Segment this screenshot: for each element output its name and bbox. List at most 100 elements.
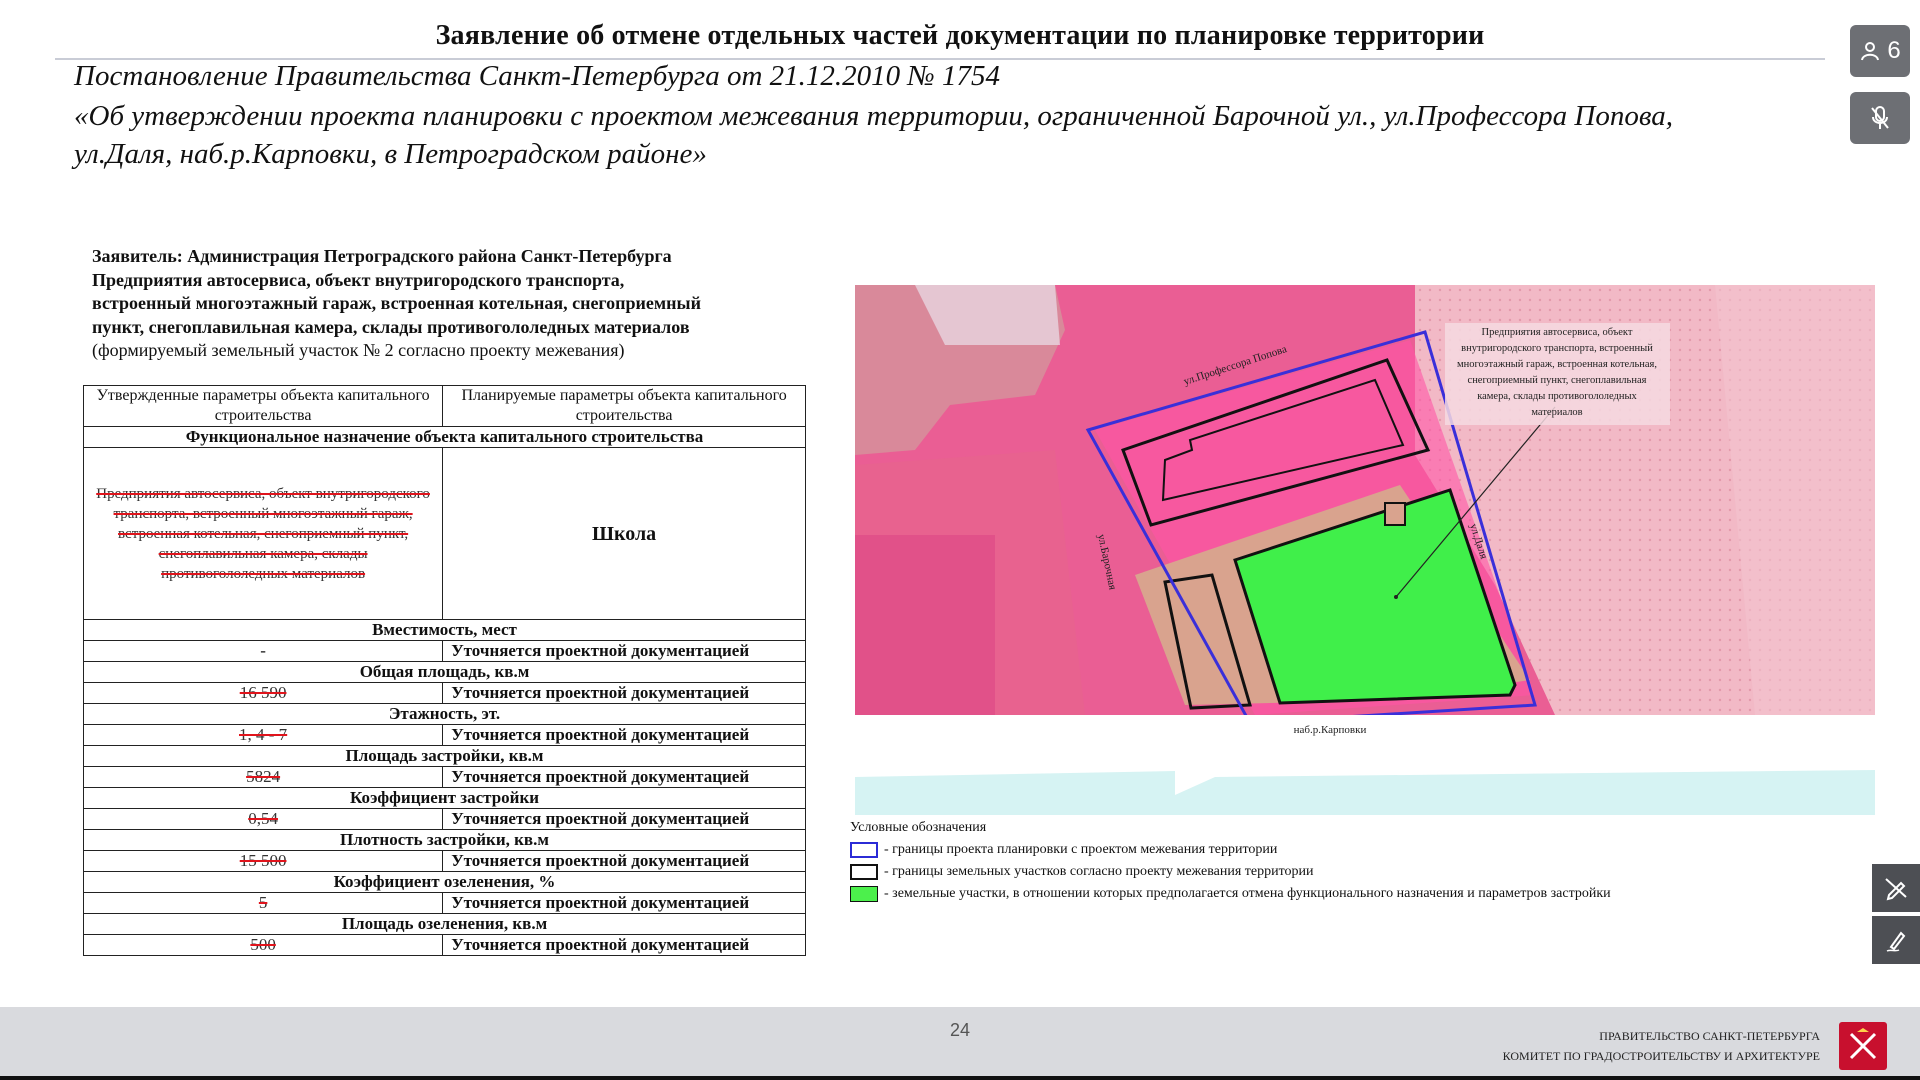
table-row: 15 500 Уточняется проектной документацией bbox=[82, 850, 806, 872]
old-value: 0,54 bbox=[248, 809, 278, 828]
applicant-line: (формируемый земельный участок № 2 согла… bbox=[92, 340, 625, 360]
new-value-cell: Уточняется проектной документацией bbox=[442, 640, 806, 662]
applicant-block: Заявитель: Администрация Петроградского … bbox=[92, 245, 812, 363]
footer-org: ПРАВИТЕЛЬСТВО САНКТ-ПЕТЕРБУРГА КОМИТЕТ П… bbox=[1503, 1026, 1820, 1066]
table-row: Общая площадь, кв.м bbox=[83, 661, 806, 683]
pen-off-button[interactable] bbox=[1872, 864, 1920, 912]
section-header: Площадь застройки, кв.м bbox=[83, 745, 806, 767]
callout-text: снегоприемный пункт, снегоплавильная bbox=[1468, 375, 1647, 386]
callout-text: материалов bbox=[1531, 407, 1582, 418]
new-value-cell: Уточняется проектной документацией bbox=[442, 934, 806, 956]
old-value: 15 500 bbox=[239, 851, 287, 870]
old-value-cell: 5824 bbox=[82, 766, 444, 788]
callout-text: Предприятия автосервиса, объект bbox=[1482, 327, 1633, 338]
parameters-table: Утвержденные параметры объекта капитальн… bbox=[82, 385, 806, 956]
callout-text: многоэтажный гараж, встроенная котельная… bbox=[1457, 359, 1657, 370]
section-header: Этажность, эт. bbox=[83, 703, 806, 725]
table-row: - Уточняется проектной документацией bbox=[82, 640, 806, 662]
subtitle-line-3: ул.Даля, наб.р.Карповки, в Петроградском… bbox=[74, 138, 707, 170]
legend-label: - границы земельных участков согласно пр… bbox=[884, 864, 1314, 879]
table-row: 5 Уточняется проектной документацией bbox=[82, 892, 806, 914]
section-header: Площадь озеленения, кв.м bbox=[83, 913, 806, 935]
table-row: 0,54 Уточняется проектной документацией bbox=[82, 808, 806, 830]
applicant-line: пункт, снегоплавильная камера, склады пр… bbox=[92, 316, 690, 337]
old-use-cell: Предприятия автосервиса, объект внутриго… bbox=[82, 447, 444, 620]
new-value-cell: Уточняется проектной документацией bbox=[442, 766, 806, 788]
legend-item: - земельные участки, в отношении которых… bbox=[850, 886, 1611, 902]
old-value: 16 590 bbox=[239, 683, 287, 702]
draw-icon bbox=[1886, 931, 1906, 952]
river bbox=[855, 770, 1875, 815]
spb-emblem-icon bbox=[1839, 1022, 1887, 1070]
legend-label: - земельные участки, в отношении которых… bbox=[884, 886, 1611, 901]
bottom-bar bbox=[0, 1076, 1920, 1080]
table-row: Этажность, эт. bbox=[83, 703, 806, 725]
table-row: Площадь озеленения, кв.м bbox=[83, 913, 806, 935]
legend-swatch-cancel bbox=[850, 886, 878, 902]
old-value: 1, 4 - 7 bbox=[239, 725, 288, 744]
section-header: Общая площадь, кв.м bbox=[83, 661, 806, 683]
legend-swatch-boundary bbox=[850, 842, 878, 858]
subtitle-line-2: «Об утверждении проекта планировки с про… bbox=[74, 100, 1673, 132]
old-value: - bbox=[260, 641, 266, 660]
section-header: Коэффициент застройки bbox=[83, 787, 806, 809]
old-value-cell: 16 590 bbox=[82, 682, 444, 704]
table-row: Предприятия автосервиса, объект внутриго… bbox=[82, 447, 806, 620]
old-value-cell: 0,54 bbox=[82, 808, 444, 830]
draw-button[interactable] bbox=[1872, 916, 1920, 964]
legend-label: - границы проекта планировки с проектом … bbox=[884, 842, 1278, 857]
embankment-label: наб.р.Карповки bbox=[1294, 724, 1367, 736]
legend-item: - границы проекта планировки с проектом … bbox=[850, 842, 1611, 858]
pen-off-icon bbox=[1885, 878, 1907, 901]
participants-count: 6 bbox=[1887, 37, 1901, 64]
new-value-cell: Уточняется проектной документацией bbox=[442, 850, 806, 872]
section-header: Коэффициент озеленения, % bbox=[83, 871, 806, 893]
legend-swatch-parcel bbox=[850, 864, 878, 880]
callout-text: внутригородского транспорта, встроенный bbox=[1461, 343, 1653, 354]
table-row: 16 590 Уточняется проектной документацией bbox=[82, 682, 806, 704]
column-header: Планируемые параметры объекта капитально… bbox=[442, 385, 806, 427]
participants-button[interactable]: 6 bbox=[1850, 25, 1910, 77]
map-zone bbox=[855, 535, 995, 715]
new-value-cell: Уточняется проектной документацией bbox=[442, 682, 806, 704]
mic-off-icon bbox=[1871, 106, 1889, 129]
section-header: Плотность застройки, кв.м bbox=[83, 829, 806, 851]
table-row: Коэффициент застройки bbox=[83, 787, 806, 809]
site-map: Предприятия автосервиса, объект внутриго… bbox=[855, 285, 1875, 815]
section-header: Функциональное назначение объекта капита… bbox=[83, 426, 806, 448]
old-value-cell: 1, 4 - 7 bbox=[82, 724, 444, 746]
table-header-row: Утвержденные параметры объекта капитальн… bbox=[82, 385, 806, 427]
applicant-line: Предприятия автосервиса, объект внутриго… bbox=[92, 269, 625, 290]
map-legend: Условные обозначения - границы проекта п… bbox=[850, 820, 1611, 908]
org-line: КОМИТЕТ ПО ГРАДОСТРОИТЕЛЬСТВУ И АРХИТЕКТ… bbox=[1502, 1049, 1820, 1063]
old-value-cell: 5 bbox=[82, 892, 444, 914]
callout-dot bbox=[1394, 595, 1398, 599]
table-row: 500 Уточняется проектной документацией bbox=[82, 934, 806, 956]
old-value: 5 bbox=[258, 893, 268, 912]
slide-title: Заявление об отмене отдельных частей док… bbox=[435, 20, 1485, 51]
table-row: Площадь застройки, кв.м bbox=[83, 745, 806, 767]
mic-button[interactable] bbox=[1850, 92, 1910, 144]
old-value: 5824 bbox=[246, 767, 281, 786]
table-row: 5824 Уточняется проектной документацией bbox=[82, 766, 806, 788]
table-row: Функциональное назначение объекта капита… bbox=[83, 426, 806, 448]
old-value-cell: 15 500 bbox=[82, 850, 444, 872]
person-icon bbox=[1861, 42, 1880, 61]
subtitle-line-1: Постановление Правительства Санкт-Петерб… bbox=[74, 60, 1001, 92]
new-value-cell: Уточняется проектной документацией bbox=[442, 724, 806, 746]
old-value: 500 bbox=[250, 935, 276, 954]
new-value-cell: Уточняется проектной документацией bbox=[442, 892, 806, 914]
old-value-cell: - bbox=[82, 640, 444, 662]
old-value-cell: 500 bbox=[82, 934, 444, 956]
table-row: Вместимость, мест bbox=[83, 619, 806, 641]
column-header: Утвержденные параметры объекта капитальн… bbox=[82, 385, 444, 427]
section-header: Вместимость, мест bbox=[83, 619, 806, 641]
building-outline bbox=[1384, 502, 1406, 526]
new-value-cell: Уточняется проектной документацией bbox=[442, 808, 806, 830]
applicant-line: Заявитель: Администрация Петроградского … bbox=[92, 246, 672, 266]
table-row: 1, 4 - 7 Уточняется проектной документаци… bbox=[82, 724, 806, 746]
new-use-cell: Школа bbox=[442, 447, 806, 620]
org-line: ПРАВИТЕЛЬСТВО САНКТ-ПЕТЕРБУРГА bbox=[1599, 1029, 1820, 1043]
page-number: 24 bbox=[949, 1020, 971, 1040]
legend-title: Условные обозначения bbox=[850, 820, 987, 835]
